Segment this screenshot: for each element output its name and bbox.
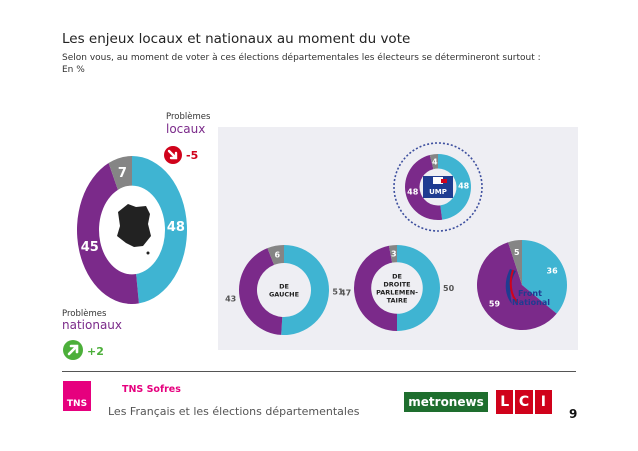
tns-brand-name: TNS Sofres — [122, 384, 181, 395]
donut-droite-center-label: PARLEMEN- — [376, 289, 418, 297]
page-number: 9 — [569, 407, 578, 421]
donut-ump-label-locaux: 48 — [458, 181, 470, 190]
fn-logo-text-2: National — [512, 298, 550, 307]
donut-ensemble-label-nsp: 7 — [118, 166, 127, 181]
donut-droite-label-nationaux: 47 — [340, 289, 351, 298]
donut-droite-center-label: DROITE — [383, 281, 410, 289]
lci-letter-l: L — [496, 390, 514, 414]
donut-droite-center-label: DE — [392, 273, 402, 281]
donut-fn-label-nationaux: 59 — [489, 300, 501, 309]
donut-gauche-label-nationaux: 43 — [225, 294, 236, 303]
donut-gauche-center-label: GAUCHE — [269, 291, 299, 299]
lci-letter-c: C — [515, 390, 533, 414]
donut-ensemble-label-nationaux: 45 — [81, 240, 99, 255]
donut-droite-center-label: TAIRE — [387, 297, 408, 305]
donut-ump-label-nsp: 4 — [432, 157, 438, 166]
donut-droite-label-nsp: 3 — [391, 250, 397, 259]
lci-logo: L C I — [496, 390, 552, 414]
donut-ump-label-nationaux: 48 — [407, 188, 419, 197]
donut-droite-label-locaux: 50 — [443, 284, 455, 293]
ump-logo-icon: UMP — [423, 176, 453, 198]
france-map-icon — [117, 204, 151, 255]
lci-letter-i: I — [534, 390, 552, 414]
fn-logo-text-1: Front — [518, 289, 542, 298]
metronews-logo: metronews — [404, 392, 488, 412]
donut-fn-label-locaux: 36 — [547, 267, 559, 276]
footer-divider — [62, 371, 576, 372]
tns-logo: TNS — [63, 381, 91, 411]
donut-ensemble-label-locaux: 48 — [167, 220, 185, 235]
donut-charts: 484574848451436DEGAUCHE50473DEDROITEPARL… — [77, 142, 567, 335]
donut-fn-label-nsp: 5 — [514, 248, 520, 257]
donut-gauche-center-label: DE — [279, 283, 289, 291]
footer-caption: Les Français et les élections départemen… — [108, 405, 360, 418]
donut-gauche-label-nsp: 6 — [274, 251, 280, 260]
ump-logo-text: UMP — [429, 188, 447, 196]
